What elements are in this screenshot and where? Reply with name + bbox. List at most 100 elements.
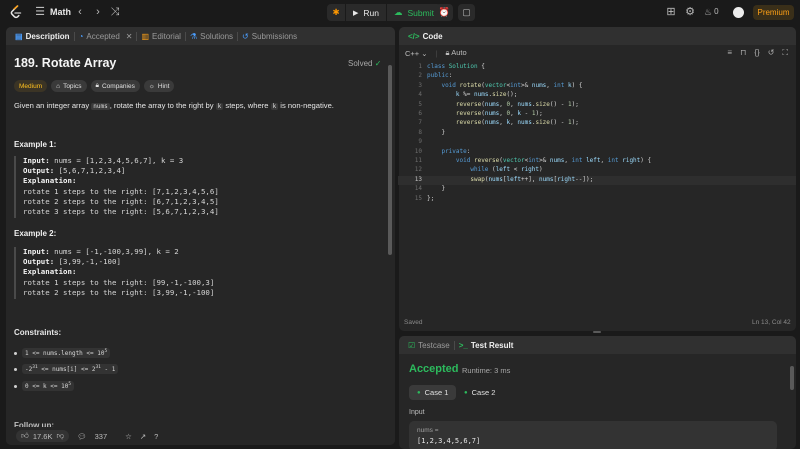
fullscreen-icon[interactable]: ⛶ — [782, 48, 788, 58]
pass-dot-icon: ● — [464, 389, 468, 396]
tab-description[interactable]: ▤ Description — [11, 27, 74, 45]
line-number: 9 — [418, 138, 422, 146]
result-status: Accepted — [409, 363, 459, 375]
book-icon: ▥ — [141, 31, 150, 41]
example-output-label: Output: — [23, 257, 55, 267]
line-number: 15 — [414, 194, 422, 202]
input-value: [1,2,3,4,5,6,7] — [417, 437, 481, 445]
constraint-text: 1 <= nums.length <= 10 — [25, 350, 105, 357]
leetcode-logo-icon[interactable] — [9, 5, 23, 19]
next-problem-icon[interactable]: › — [92, 6, 104, 18]
test-result-scrollbar[interactable] — [790, 366, 794, 390]
example-output-label: Output: — [23, 166, 55, 176]
code-editor[interactable]: class Solution { public: void rotate(vec… — [427, 62, 651, 203]
thumbs-up-icon[interactable]: 👍︎ — [21, 431, 29, 441]
timer-button[interactable]: ⏰ — [436, 4, 453, 21]
share-icon[interactable]: ↗ — [140, 432, 146, 441]
problem-statement: Given an integer array nums, rotate the … — [14, 101, 334, 110]
line-number: 10 — [414, 147, 422, 155]
code-tab-bar: </> Code — [399, 27, 796, 45]
tab-accepted[interactable]: ◔ Accepted ✕ — [75, 27, 137, 45]
example-1-block: Input: nums = [1,2,3,4,5,6,7], k = 3 Out… — [14, 156, 374, 218]
user-avatar[interactable] — [733, 7, 744, 18]
case-label: Case 2 — [471, 388, 496, 397]
tab-test-result-label: Test Result — [470, 340, 514, 350]
tab-editorial-label: Editorial — [152, 31, 181, 41]
companies-tag[interactable]: 🔒︎ Companies — [90, 80, 140, 92]
problem-list-title[interactable]: Math — [50, 7, 71, 17]
streak-counter[interactable]: ♨ 0 — [704, 6, 722, 18]
comment-icon[interactable]: 💬︎ — [77, 432, 87, 441]
comment-count[interactable]: 337 — [95, 432, 108, 441]
lock-icon: 🔒︎ — [95, 82, 99, 89]
tab-submissions-label: Submissions — [251, 31, 298, 41]
flame-icon: ♨ — [704, 7, 713, 17]
premium-button[interactable]: Premium — [753, 5, 794, 20]
example-input-value: nums = [-1,-100,3,99], k = 2 — [49, 247, 179, 256]
braces-icon[interactable]: {} — [754, 48, 759, 58]
autocomplete-toggle[interactable]: 🔒︎ Auto — [446, 48, 467, 58]
line-number: 8 — [418, 128, 422, 136]
line-number: 6 — [418, 110, 422, 118]
explanation-line: rotate 1 steps to the right: [99,-1,-100… — [23, 277, 215, 287]
problem-list-icon[interactable]: ☰ — [34, 6, 46, 18]
notes-button[interactable]: ▢ — [458, 4, 475, 21]
tab-editorial[interactable]: ▥ Editorial — [137, 27, 184, 45]
line-number: 7 — [418, 119, 422, 127]
panel-resize-handle[interactable] — [593, 331, 601, 333]
format-icon[interactable]: ≡ — [727, 48, 732, 58]
lock-icon: 🔒︎ — [445, 48, 450, 57]
test-tab-bar: ☑ Testcase >_ Test Result — [399, 336, 796, 354]
bookmark-icon[interactable]: ⊓ — [740, 48, 746, 58]
case-2-tab[interactable]: ● Case 2 — [456, 385, 503, 400]
line-number: 11 — [414, 157, 422, 165]
explanation-line: rotate 1 steps to the right: [7,1,2,3,4,… — [23, 186, 219, 196]
checkbox-icon: ☑ — [408, 340, 416, 350]
star-icon[interactable]: ☆ — [125, 432, 132, 441]
submit-label: Submit — [407, 7, 434, 18]
history-icon: ↺ — [242, 31, 249, 41]
reset-icon[interactable]: ↺ — [768, 48, 775, 58]
tab-description-label: Description — [25, 31, 70, 41]
topics-tag[interactable]: ⌂ Topics — [51, 80, 87, 92]
line-number: 3 — [418, 81, 422, 89]
run-controls: ✱ ▶ Run ☁ Submit — [327, 4, 441, 21]
shuffle-icon[interactable]: ⤨ — [109, 6, 121, 18]
tab-code[interactable]: </> Code — [404, 27, 447, 45]
example-2-block: Input: nums = [-1,-100,3,99], k = 2 Outp… — [14, 247, 374, 299]
document-icon: ▤ — [15, 31, 23, 41]
tab-solutions[interactable]: ⚗ Solutions — [186, 27, 237, 45]
explanation-line: rotate 2 steps to the right: [6,7,1,2,3,… — [23, 196, 219, 206]
constraint-item: -231 <= nums[i] <= 231 - 1 — [14, 364, 119, 374]
line-number: 14 — [414, 185, 422, 193]
run-button[interactable]: ▶ Run — [346, 4, 386, 21]
constraint-item: 1 <= nums.length <= 105 — [14, 348, 111, 358]
streak-count: 0 — [714, 7, 719, 16]
debug-button[interactable]: ✱ — [327, 4, 345, 21]
hint-tag[interactable]: ☼ Hint — [143, 80, 175, 92]
thumbs-down-icon[interactable]: 👎︎ — [56, 431, 64, 441]
play-icon: ▶ — [353, 9, 359, 17]
case-1-tab[interactable]: ● Case 1 — [409, 385, 457, 400]
help-icon[interactable]: ? — [154, 432, 158, 441]
hint-label: Hint — [157, 82, 170, 90]
constraint-exponent: 5 — [68, 382, 72, 387]
language-select[interactable]: C++ ⌄ — [405, 49, 428, 58]
tab-submissions[interactable]: ↺ Submissions — [238, 27, 301, 45]
tag-icon: ⌂ — [56, 82, 61, 90]
tab-solutions-label: Solutions — [200, 31, 234, 41]
input-key: nums = — [417, 427, 439, 434]
tab-testcase[interactable]: ☑ Testcase — [404, 336, 454, 354]
prev-problem-icon[interactable]: ‹ — [74, 6, 86, 18]
problem-title[interactable]: 189. Rotate Array — [14, 56, 116, 70]
companies-label: Companies — [101, 82, 135, 90]
example-input-value: nums = [1,2,3,4,5,6,7], k = 3 — [49, 156, 184, 165]
like-dislike-control[interactable]: 👍︎ 17.6K 👎︎ — [16, 430, 70, 442]
submit-button[interactable]: ☁ Submit — [386, 4, 441, 21]
close-tab-icon[interactable]: ✕ — [126, 32, 133, 41]
settings-gear-icon[interactable]: ⚙ — [684, 6, 696, 18]
tab-test-result[interactable]: >_ Test Result — [455, 336, 518, 354]
layout-grid-icon[interactable]: ⊞ — [665, 6, 677, 18]
bullet — [14, 384, 17, 388]
description-scrollbar[interactable] — [388, 65, 392, 255]
